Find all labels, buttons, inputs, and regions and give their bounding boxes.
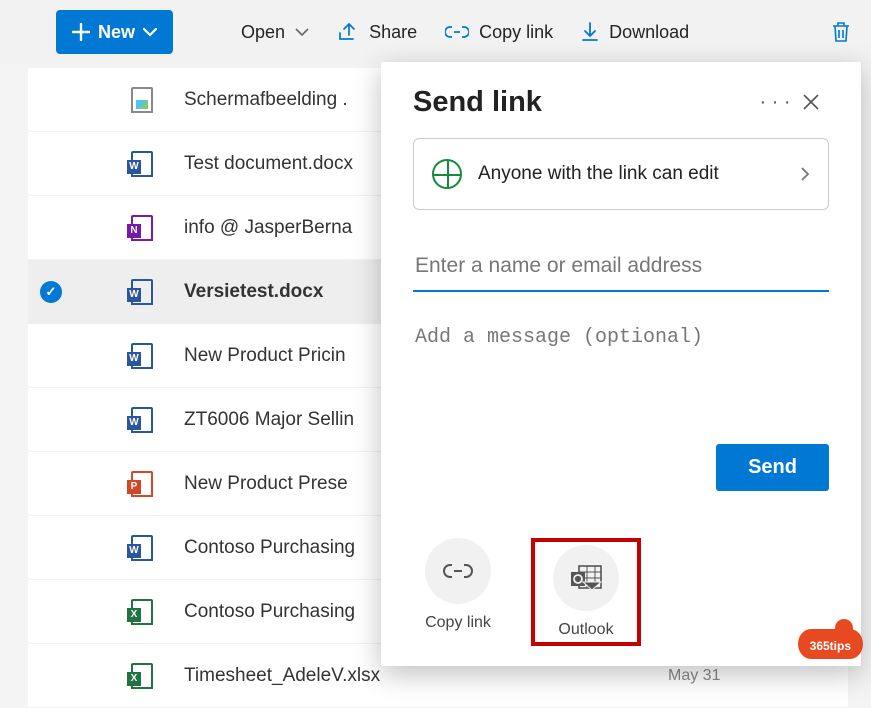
send-button-label: Send <box>748 456 797 478</box>
trash-icon <box>831 21 851 43</box>
permission-label: Anyone with the link can edit <box>478 163 784 185</box>
file-name: New Product Pricin <box>184 345 346 367</box>
word-file-icon <box>128 279 156 305</box>
close-button[interactable] <box>793 84 829 120</box>
word-file-icon <box>128 151 156 177</box>
outlook-icon <box>569 564 603 592</box>
download-button[interactable]: Download <box>581 22 689 43</box>
file-name: Timesheet_AdeleV.xlsx <box>184 665 380 687</box>
close-icon <box>802 93 820 111</box>
link-icon <box>443 561 473 581</box>
file-date: May 31 <box>668 667 720 685</box>
copylink-label: Copy link <box>479 22 553 43</box>
more-options-button[interactable]: · · · <box>757 84 793 120</box>
brand-badge: 365tips <box>798 629 863 659</box>
excel-file-icon <box>128 599 156 625</box>
chevron-down-icon <box>295 27 309 37</box>
ellipsis-icon: · · · <box>759 91 790 114</box>
file-name: Contoso Purchasing <box>184 601 355 623</box>
brand-label: 365tips <box>810 639 851 653</box>
link-icon <box>445 24 469 40</box>
share-panel-header: Send link · · · <box>413 84 829 120</box>
excel-file-icon <box>128 663 156 689</box>
onenote-file-icon <box>128 215 156 241</box>
file-name: ZT6006 Major Sellin <box>184 409 354 431</box>
chevron-down-icon <box>143 27 157 37</box>
word-file-icon <box>128 535 156 561</box>
send-button[interactable]: Send <box>716 444 829 491</box>
share-label: Share <box>369 22 417 43</box>
toolbar: New Open Share Copy link Download <box>0 0 871 64</box>
plus-icon <box>72 23 90 41</box>
word-file-icon <box>128 407 156 433</box>
copylink-button[interactable]: Copy link <box>445 22 553 43</box>
outlook-target[interactable]: Outlook <box>541 545 631 639</box>
file-name: info @ JasperBerna <box>184 217 352 239</box>
file-name: Schermafbeelding . <box>184 89 348 111</box>
share-button[interactable]: Share <box>337 22 417 43</box>
download-label: Download <box>609 22 689 43</box>
open-label: Open <box>241 22 285 43</box>
annotation-highlight: Outlook <box>531 538 641 646</box>
share-targets: Copy link Outlook <box>413 538 641 646</box>
delete-button[interactable] <box>831 21 851 43</box>
file-name: Test document.docx <box>184 153 353 175</box>
file-name: Contoso Purchasing <box>184 537 355 559</box>
copylink-target-label: Copy link <box>425 614 491 632</box>
selected-check-icon: ✓ <box>40 281 62 303</box>
message-input[interactable] <box>413 316 829 382</box>
chevron-right-icon <box>800 166 810 182</box>
powerpoint-file-icon <box>128 471 156 497</box>
link-settings-button[interactable]: Anyone with the link can edit <box>413 138 829 210</box>
recipients-input[interactable] <box>413 242 829 292</box>
share-panel: Send link · · · Anyone with the link can… <box>381 62 861 666</box>
new-button[interactable]: New <box>56 10 173 54</box>
share-panel-title: Send link <box>413 86 757 119</box>
file-name: Versietest.docx <box>184 281 323 303</box>
file-name: New Product Prese <box>184 473 348 495</box>
copylink-target[interactable]: Copy link <box>413 538 503 646</box>
new-button-label: New <box>98 22 135 43</box>
globe-icon <box>432 159 462 189</box>
download-icon <box>581 22 599 42</box>
open-button[interactable]: Open <box>241 22 309 43</box>
image-file-icon <box>128 87 156 113</box>
share-icon <box>337 22 359 42</box>
outlook-target-label: Outlook <box>558 621 613 639</box>
word-file-icon <box>128 343 156 369</box>
